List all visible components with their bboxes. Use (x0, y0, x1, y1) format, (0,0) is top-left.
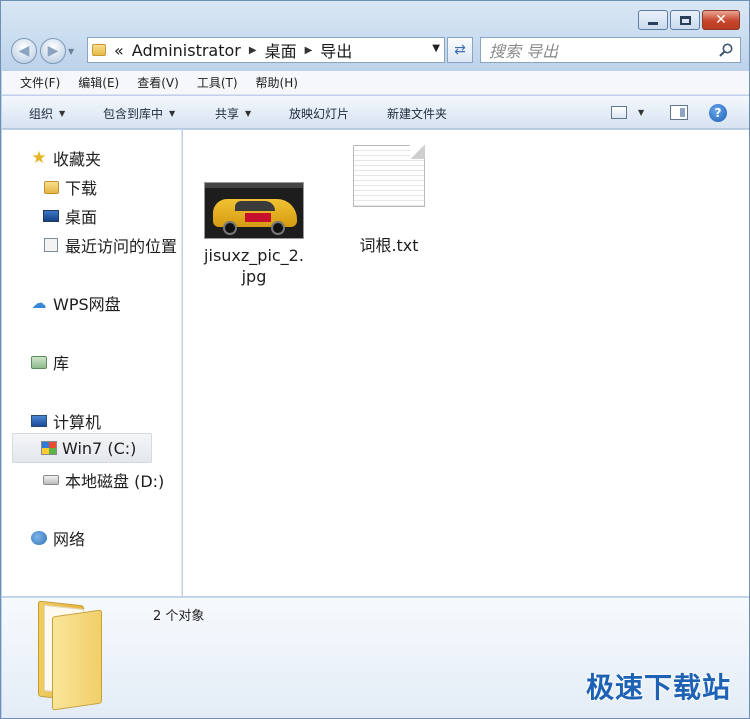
back-button[interactable]: ◀ (11, 38, 37, 64)
nav-favorites-label: 收藏夹 (53, 150, 102, 169)
search-input[interactable]: 搜索 导出 (480, 37, 741, 63)
share-label: 共享 (215, 107, 240, 121)
include-in-library-button[interactable]: 包含到库中 ▼ (103, 105, 175, 122)
search-placeholder: 搜索 导出 (489, 42, 559, 61)
star-icon: ★ (31, 148, 47, 168)
minimize-button[interactable] (638, 10, 668, 30)
recent-pages-dropdown[interactable]: ▼ (68, 47, 78, 56)
organize-button[interactable]: 组织 ▼ (29, 105, 65, 122)
nav-favorites[interactable]: ★ 收藏夹 (30, 146, 101, 170)
chevron-right-icon[interactable]: ▶ (249, 45, 257, 56)
watermark-text: 极速下载站 (585, 671, 731, 704)
chevron-right-icon[interactable]: ▶ (305, 45, 313, 56)
breadcrumb-export[interactable]: 导出 (320, 38, 352, 62)
file-item-text[interactable]: 词根.txt (349, 145, 429, 256)
breadcrumb-overflow[interactable]: « (114, 41, 124, 60)
address-bar[interactable]: « Administrator ▶ 桌面 ▶ 导出 ▼ (87, 37, 445, 63)
minimize-icon (648, 21, 658, 25)
refresh-icon: ⇄ (454, 42, 466, 58)
nav-drive-c-label: Win7 (C:) (62, 438, 137, 458)
forward-arrow-icon: ▶ (47, 43, 59, 59)
nav-desktop[interactable]: 桌面 (42, 204, 97, 228)
explorer-window: ✕ ◀ ▶ ▼ « Administrator ▶ 桌面 ▶ 导出 ▼ ⇄ 搜索… (0, 0, 750, 719)
navigation-pane: ★ 收藏夹 下载 桌面 最近访问的位置 ☁ WPS网盘 库 计算机 Win7 (… (2, 130, 182, 596)
nav-drive-c[interactable]: Win7 (C:) (12, 433, 152, 463)
library-icon (31, 355, 47, 369)
view-options-dropdown[interactable]: ▼ (638, 108, 644, 117)
nav-downloads[interactable]: 下载 (42, 175, 97, 199)
new-folder-label: 新建文件夹 (387, 107, 448, 121)
network-icon (31, 531, 47, 545)
forward-button[interactable]: ▶ (40, 38, 66, 64)
menu-bar: 文件(F) 编辑(E) 查看(V) 工具(T) 帮助(H) (2, 71, 749, 95)
nav-computer[interactable]: 计算机 (30, 409, 101, 433)
include-library-label: 包含到库中 (103, 107, 164, 121)
item-count: 2 个对象 (153, 609, 205, 624)
search-icon[interactable] (718, 42, 734, 58)
menu-file[interactable]: 文件(F) (20, 74, 60, 91)
navigation-buttons: ◀ ▶ ▼ (11, 38, 78, 64)
nav-wps-cloud[interactable]: ☁ WPS网盘 (30, 291, 121, 315)
nav-recent-label: 最近访问的位置 (65, 237, 178, 256)
command-bar: 组织 ▼ 包含到库中 ▼ 共享 ▼ 放映幻灯片 新建文件夹 ▼ ? (2, 96, 749, 129)
slideshow-label: 放映幻灯片 (289, 107, 350, 121)
refresh-button[interactable]: ⇄ (447, 37, 473, 63)
file-item-image[interactable]: jisuxz_pic_2. jpg (199, 182, 309, 287)
menu-help[interactable]: 帮助(H) (256, 74, 298, 91)
slideshow-button[interactable]: 放映幻灯片 (289, 105, 349, 122)
nav-desktop-label: 桌面 (65, 208, 98, 227)
file-name: jisuxz_pic_2. jpg (204, 246, 304, 286)
address-dropdown-icon[interactable]: ▼ (432, 43, 440, 54)
back-arrow-icon: ◀ (18, 43, 30, 59)
nav-network[interactable]: 网络 (30, 526, 85, 550)
nav-libraries[interactable]: 库 (30, 350, 69, 374)
folder-icon (92, 44, 106, 56)
hard-drive-icon (43, 475, 59, 485)
file-list[interactable]: jisuxz_pic_2. jpg 词根.txt (183, 130, 749, 596)
cloud-icon: ☁ (31, 294, 47, 312)
new-folder-button[interactable]: 新建文件夹 (387, 105, 447, 122)
organize-label: 组织 (29, 107, 54, 121)
menu-edit[interactable]: 编辑(E) (78, 74, 119, 91)
nav-drive-d-label: 本地磁盘 (D:) (65, 472, 165, 491)
desktop-icon (43, 210, 59, 222)
chevron-down-icon: ▼ (59, 109, 66, 118)
nav-wps-label: WPS网盘 (53, 295, 121, 314)
menu-view[interactable]: 查看(V) (137, 74, 179, 91)
computer-icon (31, 415, 47, 427)
maximize-button[interactable] (670, 10, 700, 30)
nav-recent-places[interactable]: 最近访问的位置 (42, 233, 177, 257)
close-icon: ✕ (715, 12, 727, 28)
breadcrumb-administrator[interactable]: Administrator (132, 41, 241, 60)
nav-drive-d[interactable]: 本地磁盘 (D:) (42, 468, 164, 492)
menu-tools[interactable]: 工具(T) (197, 74, 238, 91)
recent-places-icon (44, 238, 58, 252)
change-view-icon[interactable] (611, 106, 627, 119)
chevron-down-icon: ▼ (245, 109, 252, 118)
maximize-icon (679, 15, 691, 25)
folder-icon (38, 600, 104, 711)
close-button[interactable]: ✕ (702, 10, 740, 30)
caption-buttons: ✕ (638, 10, 740, 30)
chevron-down-icon: ▼ (169, 109, 176, 118)
file-name: 词根.txt (359, 236, 419, 255)
system-drive-icon (41, 441, 57, 455)
text-file-icon (353, 145, 425, 207)
nav-network-label: 网络 (53, 530, 86, 549)
help-icon[interactable]: ? (709, 104, 727, 122)
nav-computer-label: 计算机 (53, 413, 102, 432)
image-thumbnail (204, 182, 304, 239)
nav-downloads-label: 下载 (65, 179, 98, 198)
preview-pane-icon[interactable] (670, 105, 688, 120)
nav-libraries-label: 库 (53, 354, 70, 373)
breadcrumb-desktop[interactable]: 桌面 (265, 38, 297, 62)
details-pane: 2 个对象 极速下载站 (2, 597, 749, 718)
share-button[interactable]: 共享 ▼ (215, 105, 251, 122)
folder-icon (43, 180, 59, 194)
